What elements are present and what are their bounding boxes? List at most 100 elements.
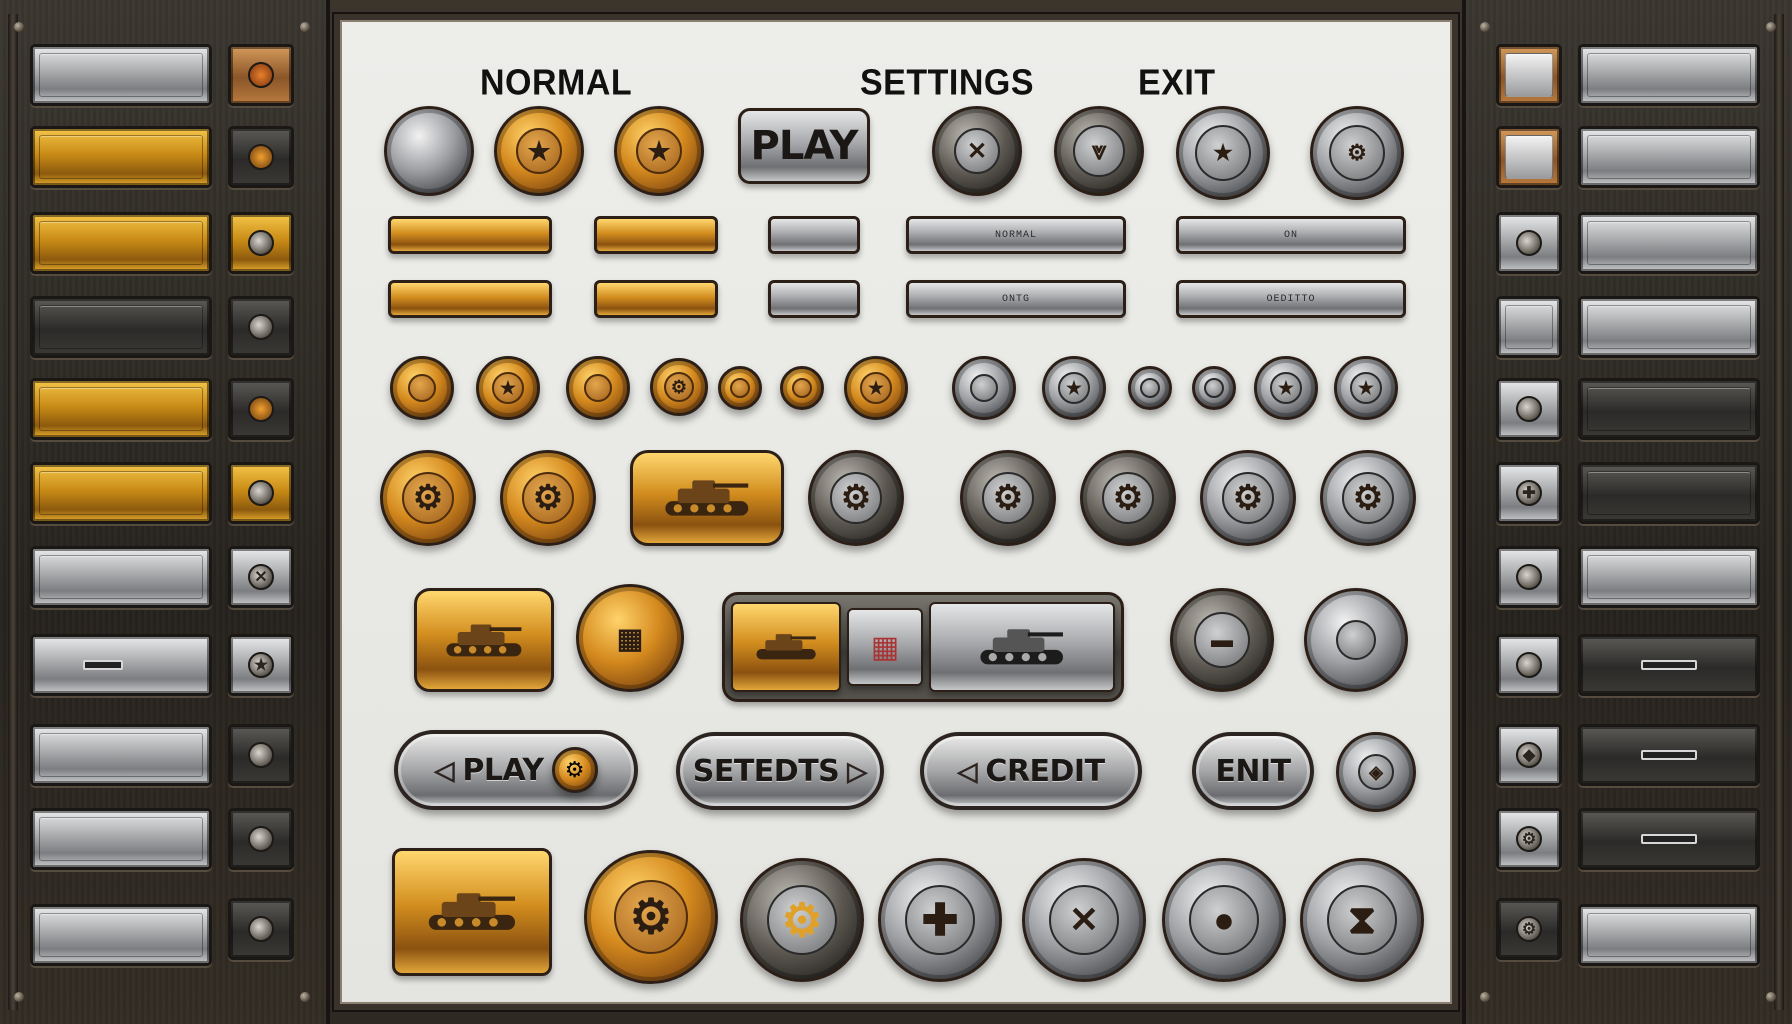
dark-gear-button[interactable]: ⚙ xyxy=(1080,450,1176,546)
dark-gear-button[interactable]: ⚙ xyxy=(960,450,1056,546)
left-square-4[interactable] xyxy=(228,296,294,358)
round-check-button[interactable]: ✕ xyxy=(932,106,1022,196)
left-square-3[interactable] xyxy=(228,212,294,274)
round-medal-button[interactable]: ⚙ xyxy=(1310,106,1404,200)
gold-gear-button[interactable]: ⚙ xyxy=(380,450,476,546)
left-bar-10[interactable] xyxy=(30,808,212,870)
round-chevron-button[interactable]: ◈ xyxy=(1336,732,1416,812)
setedts-button[interactable]: SETEDTS ▷ xyxy=(676,732,884,810)
right-bar-7[interactable] xyxy=(1578,546,1760,608)
dark-gear-button[interactable]: ⚙ xyxy=(808,450,904,546)
right-square-11[interactable]: ⚙ xyxy=(1496,898,1562,960)
tiny-gold-knob[interactable] xyxy=(718,366,762,410)
left-square-11[interactable] xyxy=(228,898,294,960)
right-bar-10[interactable] xyxy=(1578,808,1760,870)
large-x-button[interactable]: ✕ xyxy=(1022,858,1146,982)
left-bar-2[interactable] xyxy=(30,126,212,188)
dark-tank-button[interactable]: ▬ xyxy=(1170,588,1274,692)
steel-gear-button[interactable]: ⚙ xyxy=(1320,450,1416,546)
small-gold-knob[interactable] xyxy=(566,356,630,420)
steel-plate[interactable] xyxy=(768,280,860,318)
round-gold-star-button[interactable]: ★ xyxy=(494,106,584,196)
small-gold-knob[interactable] xyxy=(390,356,454,420)
right-bar-6[interactable] xyxy=(1578,462,1760,524)
steel-plate[interactable] xyxy=(768,216,860,254)
label-plate[interactable]: NORMAL xyxy=(906,216,1126,254)
right-square-7[interactable] xyxy=(1496,546,1562,608)
tiny-steel-knob[interactable] xyxy=(1128,366,1172,410)
small-gold-star-knob[interactable]: ★ xyxy=(476,356,540,420)
right-bar-9[interactable] xyxy=(1578,724,1760,786)
play-button[interactable]: ◁ PLAY ⚙ xyxy=(394,730,638,810)
large-cross-button[interactable]: ✚ xyxy=(878,858,1002,982)
right-square-2[interactable] xyxy=(1496,126,1562,188)
left-square-6[interactable] xyxy=(228,462,294,524)
right-bar-11[interactable] xyxy=(1578,904,1760,966)
right-bar-5[interactable] xyxy=(1578,378,1760,440)
right-square-5[interactable] xyxy=(1496,378,1562,440)
right-square-3[interactable] xyxy=(1496,212,1562,274)
right-square-10[interactable]: ⚙ xyxy=(1496,808,1562,870)
tank-toggle-right[interactable] xyxy=(929,602,1115,692)
gold-gear-button[interactable]: ⚙ xyxy=(500,450,596,546)
round-gold-star-button[interactable]: ★ xyxy=(614,106,704,196)
tank-toggle-bar[interactable]: ▦ xyxy=(722,592,1124,702)
left-square-7[interactable]: ✕ xyxy=(228,546,294,608)
right-square-6[interactable]: ✚ xyxy=(1496,462,1562,524)
gold-plate[interactable] xyxy=(594,280,718,318)
credit-button[interactable]: ◁ CREDIT xyxy=(920,732,1142,810)
large-hourglass-button[interactable]: ⧗ xyxy=(1300,858,1424,982)
right-square-9[interactable]: ◆ xyxy=(1496,724,1562,786)
gold-plate[interactable] xyxy=(594,216,718,254)
left-bar-9[interactable] xyxy=(30,724,212,786)
right-square-1[interactable] xyxy=(1496,44,1562,106)
label-plate[interactable]: ON xyxy=(1176,216,1406,254)
saw-gear-button[interactable]: ⚙ xyxy=(1200,450,1296,546)
tiny-gold-knob[interactable] xyxy=(780,366,824,410)
right-bar-4[interactable] xyxy=(1578,296,1760,358)
right-bar-3[interactable] xyxy=(1578,212,1760,274)
play-plate-button[interactable]: PLAY xyxy=(738,108,870,184)
left-bar-1[interactable] xyxy=(30,44,212,106)
label-plate[interactable]: OEDITTO xyxy=(1176,280,1406,318)
tank-badge-button[interactable] xyxy=(630,450,784,546)
left-bar-8[interactable] xyxy=(30,634,212,696)
left-bar-6[interactable] xyxy=(30,462,212,524)
left-bar-11[interactable] xyxy=(30,904,212,966)
small-steel-star-knob[interactable]: ★ xyxy=(1334,356,1398,420)
right-bar-8[interactable] xyxy=(1578,634,1760,696)
gold-plate[interactable] xyxy=(388,216,552,254)
large-gold-gear-button[interactable]: ⚙ xyxy=(584,850,718,984)
left-square-1[interactable] xyxy=(228,44,294,106)
tank-toggle-center[interactable]: ▦ xyxy=(847,608,923,686)
left-square-10[interactable] xyxy=(228,808,294,870)
label-plate[interactable]: ONTG xyxy=(906,280,1126,318)
tank-toggle-left[interactable] xyxy=(731,602,841,692)
tank-badge-button[interactable] xyxy=(414,588,554,692)
round-medal-button[interactable]: ★ xyxy=(1176,106,1270,200)
small-steel-star-knob[interactable]: ★ xyxy=(1254,356,1318,420)
enit-button[interactable]: ENIT xyxy=(1192,732,1314,810)
large-dark-gear-button[interactable]: ⚙ xyxy=(740,858,864,982)
left-square-2[interactable] xyxy=(228,126,294,188)
gold-grid-button[interactable]: ▦ xyxy=(576,584,684,692)
right-square-8[interactable] xyxy=(1496,634,1562,696)
left-square-8[interactable]: ★ xyxy=(228,634,294,696)
left-bar-5[interactable] xyxy=(30,378,212,440)
left-bar-3[interactable] xyxy=(30,212,212,274)
small-steel-star-knob[interactable]: ★ xyxy=(1042,356,1106,420)
left-square-5[interactable] xyxy=(228,378,294,440)
left-square-9[interactable] xyxy=(228,724,294,786)
right-bar-2[interactable] xyxy=(1578,126,1760,188)
left-bar-4[interactable] xyxy=(30,296,212,358)
tiny-steel-knob[interactable] xyxy=(1192,366,1236,410)
round-emblem-button[interactable]: ⩔ xyxy=(1054,106,1144,196)
right-square-4[interactable] xyxy=(1496,296,1562,358)
tank-card-button[interactable] xyxy=(392,848,552,976)
gold-plate[interactable] xyxy=(388,280,552,318)
large-square-button[interactable]: ● xyxy=(1162,858,1286,982)
small-gold-gear-knob[interactable]: ⚙ xyxy=(650,358,708,416)
round-steel-button[interactable] xyxy=(384,106,474,196)
small-gold-star-knob[interactable]: ★ xyxy=(844,356,908,420)
left-bar-7[interactable] xyxy=(30,546,212,608)
